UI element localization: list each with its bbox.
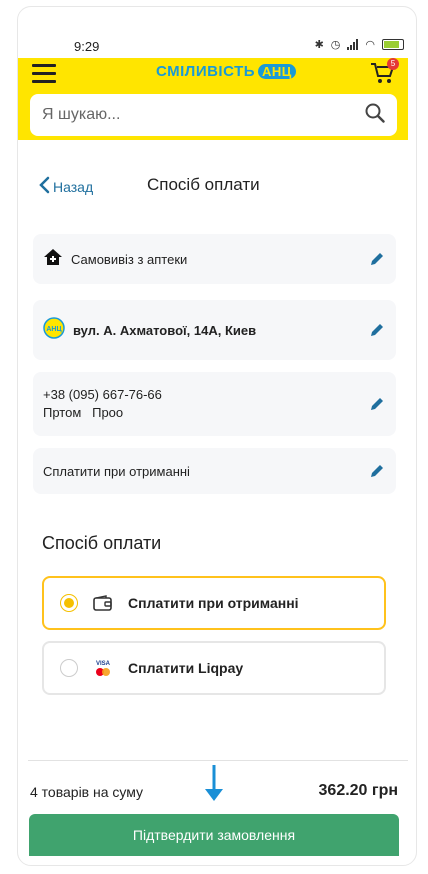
pharmacy-logo-icon: АНЦ <box>43 316 65 344</box>
confirm-order-button[interactable]: Підтвердити замовлення <box>29 814 399 856</box>
payment-option-cash[interactable]: Сплатити при отриманні <box>42 576 386 630</box>
status-icons: ✱ ◷ ◠ <box>315 38 404 51</box>
payment-section-title: Спосіб оплати <box>42 533 162 553</box>
radio-unselected[interactable] <box>60 659 78 677</box>
signal-icon <box>347 39 359 50</box>
logo-badge: АНЦ <box>258 64 296 79</box>
status-time: 9:29 <box>74 39 100 54</box>
edit-address-pencil-icon[interactable] <box>368 321 386 339</box>
search-bar <box>30 94 397 136</box>
total-value: 362.20 грн <box>318 782 398 799</box>
chevron-left-icon <box>38 176 50 197</box>
back-label: Назад <box>53 178 94 195</box>
payment-summary: Сплатити при отриманні <box>43 463 190 479</box>
wallet-icon <box>92 594 114 612</box>
status-bar: 9:29 ✱ ◷ ◠ <box>18 30 412 60</box>
bluetooth-icon: ✱ <box>314 39 324 51</box>
battery-icon <box>382 39 404 50</box>
contact-card: +38 (095) 667-76-66 Пртом Проо <box>33 372 396 436</box>
payment-option-label: Сплатити Liqpay <box>128 660 244 676</box>
back-button[interactable]: Назад <box>38 176 93 197</box>
edit-delivery-pencil-icon[interactable] <box>368 250 386 268</box>
total-label: 4 товарів на суму <box>30 784 144 800</box>
cart-count-badge: 5 <box>387 58 399 70</box>
menu-icon[interactable] <box>32 64 56 83</box>
svg-text:АНЦ: АНЦ <box>46 326 62 333</box>
alarm-icon: ◷ <box>330 39 341 51</box>
search-input[interactable] <box>42 106 365 124</box>
contact-name: Пртом Проо <box>43 405 124 420</box>
svg-text:VISA: VISA <box>96 661 111 667</box>
payment-option-liqpay[interactable]: VISA Сплатити Liqpay <box>42 641 386 695</box>
delivery-card: Самовивіз з аптеки <box>33 234 396 284</box>
radio-selected[interactable] <box>60 594 78 612</box>
payment-option-label: Сплатити при отриманні <box>128 595 299 611</box>
house-plus-icon <box>43 248 63 271</box>
payment-summary-card: Сплатити при отриманні <box>33 448 396 494</box>
delivery-method: Самовивіз з аптеки <box>71 251 188 267</box>
cart-icon[interactable]: 5 <box>370 58 399 84</box>
contact-phone: +38 (095) 667-76-66 <box>43 387 162 402</box>
logo-text: СМІЛИВІСТЬ <box>156 63 256 80</box>
page-title: Спосіб оплати <box>147 175 260 194</box>
arrow-down-icon <box>205 765 223 801</box>
edit-payment-pencil-icon[interactable] <box>368 462 386 480</box>
pharmacy-address: вул. А. Ахматової, 14А, Киев <box>73 322 257 338</box>
edit-contact-pencil-icon[interactable] <box>368 395 386 413</box>
contact-info: +38 (095) 667-76-66 Пртом Проо <box>43 386 368 422</box>
brand-logo[interactable]: СМІЛИВІСТЬ АНЦ <box>156 63 296 80</box>
divider <box>28 760 408 761</box>
app-header: СМІЛИВІСТЬ АНЦ 5 <box>18 58 408 140</box>
phone-screen: 9:29 ✱ ◷ ◠ СМІЛИВІСТЬАНЦ 5 Назад <box>0 0 428 874</box>
visa-mastercard-icon: VISA <box>92 659 114 677</box>
address-card: АНЦ вул. А. Ахматової, 14А, Киев <box>33 300 396 360</box>
wifi-icon: ◠ <box>365 39 375 51</box>
search-icon[interactable] <box>365 103 385 128</box>
